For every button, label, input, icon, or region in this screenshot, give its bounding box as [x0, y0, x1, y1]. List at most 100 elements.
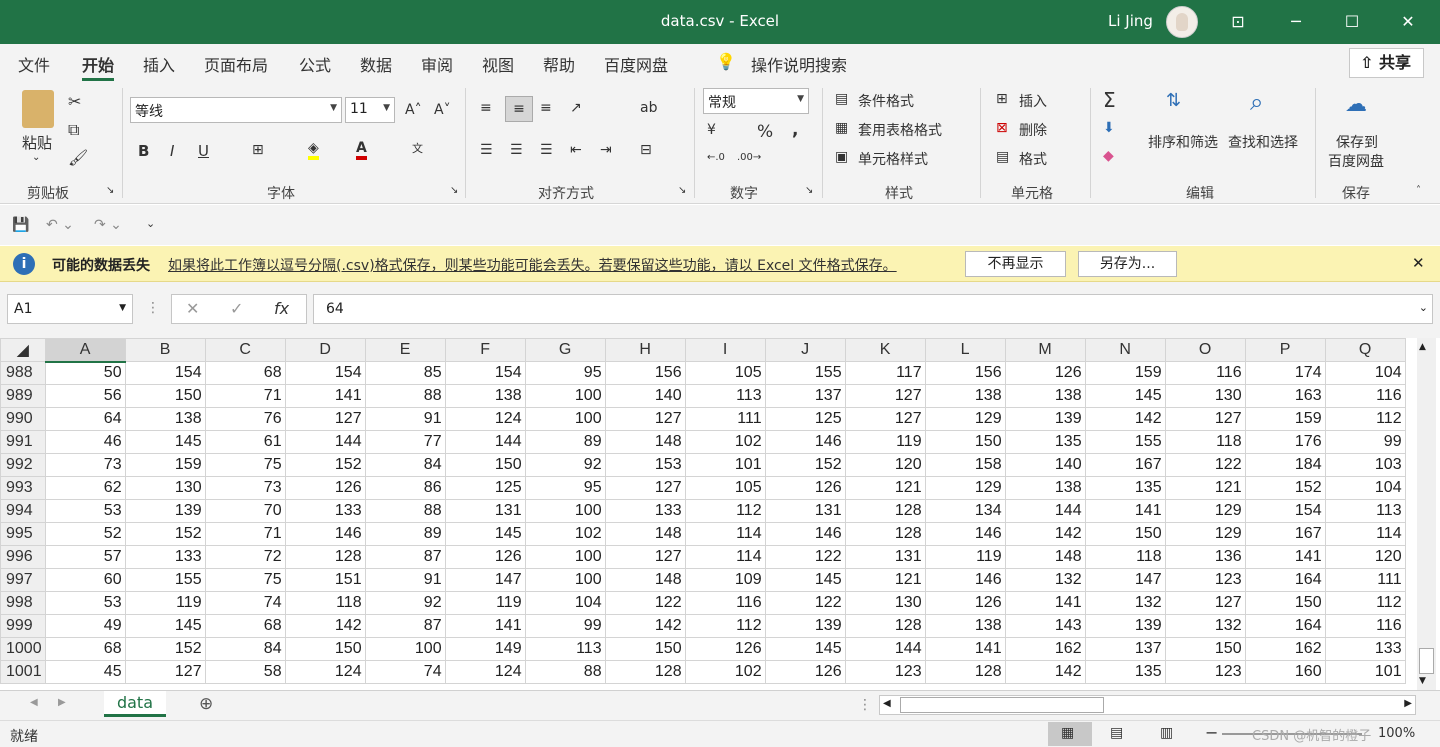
cell[interactable]: 134	[924, 499, 1006, 523]
cell-grid[interactable]: ◢ A B C D E F G H I J K L M N O P Q 988 50 154 68 154 85 154 95 1…	[0, 338, 1406, 684]
normal-view-button[interactable]: ▦	[1048, 722, 1092, 746]
minimize-button[interactable]: ─	[1284, 10, 1308, 34]
cell[interactable]: 156	[924, 361, 1006, 385]
align-right-icon[interactable]: ☰	[540, 142, 553, 158]
cell[interactable]: 70	[204, 499, 286, 523]
cell[interactable]: 131	[764, 499, 846, 523]
cell[interactable]: 128	[604, 660, 686, 684]
cell[interactable]: 138	[924, 384, 1006, 408]
cell[interactable]: 120	[1324, 545, 1406, 569]
cell[interactable]: 128	[844, 614, 926, 638]
cell[interactable]: 112	[1324, 591, 1406, 615]
fill-icon[interactable]: ⬇	[1103, 120, 1115, 136]
scroll-left-icon[interactable]: ◀	[883, 698, 891, 709]
cell[interactable]: 159	[1084, 361, 1166, 385]
column-header-f[interactable]: F	[444, 338, 526, 362]
cell[interactable]: 114	[684, 522, 766, 546]
cell[interactable]: 85	[364, 361, 446, 385]
cell[interactable]: 138	[1004, 476, 1086, 500]
row-header[interactable]: 993	[0, 476, 46, 500]
cell[interactable]: 56	[44, 384, 126, 408]
cell[interactable]: 124	[444, 660, 526, 684]
cell[interactable]: 144	[844, 637, 926, 661]
format-as-table-button[interactable]: 套用表格格式	[858, 120, 942, 140]
customize-qat-icon[interactable]: ⌄	[146, 217, 155, 230]
cell[interactable]: 124	[444, 407, 526, 431]
cell[interactable]: 122	[764, 545, 846, 569]
cell[interactable]: 122	[764, 591, 846, 615]
cell[interactable]: 147	[1084, 568, 1166, 592]
column-header-a[interactable]: A	[44, 338, 126, 363]
cell[interactable]: 148	[604, 430, 686, 454]
cell[interactable]: 120	[844, 453, 926, 477]
cell[interactable]: 141	[284, 384, 366, 408]
border-icon[interactable]: ⊞	[252, 142, 264, 158]
column-header-e[interactable]: E	[364, 338, 446, 362]
user-name[interactable]: Li Jing	[1108, 12, 1153, 30]
cell[interactable]: 135	[1084, 660, 1166, 684]
font-color-icon[interactable]: A	[356, 140, 367, 160]
zoom-out-icon[interactable]: −	[1205, 723, 1218, 742]
cell[interactable]: 149	[444, 637, 526, 661]
cell[interactable]: 137	[764, 384, 846, 408]
cell[interactable]: 103	[1324, 453, 1406, 477]
horizontal-scrollbar[interactable]: ◀ ▶	[879, 695, 1416, 715]
cell[interactable]: 129	[924, 407, 1006, 431]
warning-text[interactable]: 如果将此工作簿以逗号分隔(.csv)格式保存，则某些功能可能会丢失。若要保留这些…	[168, 255, 897, 275]
cell[interactable]: 68	[204, 361, 286, 385]
font-size-select[interactable]: 11 ▼	[345, 97, 395, 123]
cell[interactable]: 95	[524, 476, 606, 500]
row-header[interactable]: 998	[0, 591, 46, 615]
scroll-down-icon[interactable]: ▼	[1419, 676, 1426, 686]
cell[interactable]: 133	[604, 499, 686, 523]
cell[interactable]: 113	[684, 384, 766, 408]
cell[interactable]: 76	[204, 407, 286, 431]
cell[interactable]: 118	[284, 591, 366, 615]
cell[interactable]: 122	[604, 591, 686, 615]
tab-help[interactable]: 帮助	[543, 52, 575, 76]
cell[interactable]: 135	[1004, 430, 1086, 454]
cell[interactable]: 112	[684, 499, 766, 523]
cell[interactable]: 62	[44, 476, 126, 500]
page-break-view-icon[interactable]: ▥	[1160, 725, 1173, 741]
cell[interactable]: 53	[44, 499, 126, 523]
cell[interactable]: 126	[764, 660, 846, 684]
expand-formula-icon[interactable]: ⌄	[1419, 301, 1428, 314]
column-header-o[interactable]: O	[1164, 338, 1246, 362]
save-as-button[interactable]: 另存为...	[1078, 251, 1177, 277]
cell[interactable]: 86	[364, 476, 446, 500]
avatar[interactable]	[1166, 6, 1198, 38]
font-name-select[interactable]: 等线 ▼	[130, 97, 342, 123]
percent-button[interactable]: %	[757, 122, 773, 142]
row-header[interactable]: 991	[0, 430, 46, 454]
cell[interactable]: 105	[684, 476, 766, 500]
cell[interactable]: 91	[364, 407, 446, 431]
cut-icon[interactable]: ✂	[68, 92, 81, 111]
cell[interactable]: 112	[684, 614, 766, 638]
font-launcher-icon[interactable]: ↘	[450, 185, 458, 196]
cell[interactable]: 141	[444, 614, 526, 638]
prev-sheet-icon[interactable]: ◀	[30, 697, 38, 708]
cell[interactable]: 127	[844, 407, 926, 431]
cell[interactable]: 158	[924, 453, 1006, 477]
cell[interactable]: 104	[1324, 361, 1406, 385]
cell[interactable]: 104	[524, 591, 606, 615]
cell[interactable]: 155	[1084, 430, 1166, 454]
cell[interactable]: 88	[364, 384, 446, 408]
cell[interactable]: 74	[204, 591, 286, 615]
tab-insert[interactable]: 插入	[143, 52, 175, 76]
decrease-decimal-icon[interactable]: .00→	[737, 152, 761, 163]
cell[interactable]: 60	[44, 568, 126, 592]
save-to-cloud-line1[interactable]: 保存到	[1336, 132, 1378, 152]
conditional-format-button[interactable]: 条件格式	[858, 91, 914, 111]
cell[interactable]: 152	[764, 453, 846, 477]
ribbon-display-icon[interactable]: ⊡	[1226, 10, 1250, 34]
cell[interactable]: 127	[604, 476, 686, 500]
cell[interactable]: 101	[684, 453, 766, 477]
cell[interactable]: 126	[444, 545, 526, 569]
align-center-icon[interactable]: ☰	[510, 142, 523, 158]
column-header-g[interactable]: G	[524, 338, 606, 362]
cell[interactable]: 52	[44, 522, 126, 546]
cell[interactable]: 119	[444, 591, 526, 615]
cell[interactable]: 132	[1084, 591, 1166, 615]
